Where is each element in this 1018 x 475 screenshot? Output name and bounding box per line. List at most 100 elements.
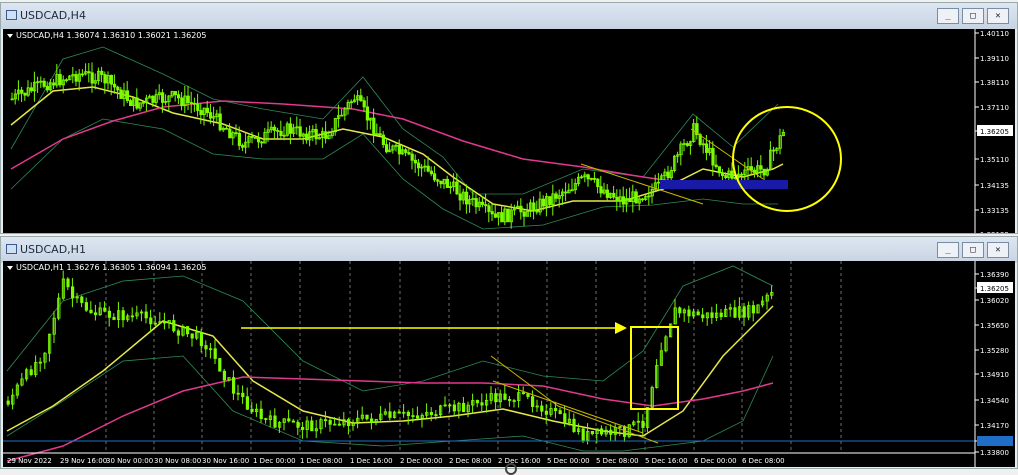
candle-body (113, 83, 117, 88)
candle-body (121, 310, 125, 321)
candle-body (218, 358, 222, 372)
candle-body (500, 212, 504, 223)
candle-body (740, 173, 744, 176)
minimize-button[interactable]: _ (937, 8, 959, 24)
candle-body (612, 192, 616, 198)
price-chart-h1[interactable]: 1.36390 1.36205 1.36020 1.35650 1.35280 1.349… (3, 261, 1015, 467)
candle-body (151, 95, 155, 103)
restore-button[interactable]: □ (962, 242, 984, 258)
candle-body (714, 164, 718, 168)
price-label: 1.34135 (980, 182, 1009, 190)
candle-body (721, 172, 725, 176)
candle-body (107, 310, 111, 318)
candle-body (480, 402, 484, 406)
candle-body (52, 82, 56, 86)
candle-body (310, 420, 314, 432)
candle-body (531, 396, 535, 407)
candle-body (296, 421, 300, 428)
candle-body (89, 309, 93, 314)
candle-body (541, 198, 546, 207)
candle-body (434, 414, 438, 417)
price-label: 1.36205 (980, 128, 1009, 136)
candle-body (572, 418, 576, 432)
candle-body (116, 86, 120, 91)
candle-body (337, 423, 342, 426)
candle-body (384, 144, 389, 153)
candle-body (372, 117, 376, 136)
price-label: 1.36020 (980, 297, 1009, 305)
candle-body (66, 278, 70, 288)
candle-body (436, 179, 440, 182)
time-label: 30 Nov 08:00 (154, 457, 201, 465)
candle-body (711, 147, 715, 166)
candle-body (291, 420, 296, 423)
candle-body (218, 113, 222, 131)
candle-body (678, 307, 682, 314)
candle-body (426, 165, 430, 172)
candle-body (196, 103, 200, 111)
candle-body (634, 191, 638, 204)
candle-body (29, 369, 33, 375)
price-chart-h4[interactable]: 1.40110 1.39110 1.38110 1.37110 1.36205 1.351… (3, 29, 1015, 233)
symbol-ohlc-header: USDCAD,H1 1.36276 1.36305 1.36094 1.3620… (7, 263, 206, 272)
candle-body (522, 211, 526, 217)
candle-body (369, 418, 374, 424)
candle-body (506, 208, 510, 223)
candle-body (507, 399, 512, 401)
window-titlebar[interactable]: USDCAD,H1 _ □ ✕ (1, 237, 1017, 263)
candle-body (621, 196, 626, 205)
price-label: 1.37110 (980, 104, 1009, 112)
candle-body (185, 326, 190, 335)
time-label: 5 Dec 00:00 (547, 457, 590, 465)
candle-body (717, 166, 722, 174)
candle-body (413, 159, 418, 164)
window-title: USDCAD,H4 (20, 9, 86, 22)
candle-body (416, 162, 421, 169)
candle-body (581, 428, 585, 441)
candle-body (208, 112, 213, 119)
time-label: 6 Dec 00:00 (694, 457, 737, 465)
time-label: 2 Dec 16:00 (498, 457, 541, 465)
candle-body (84, 302, 88, 311)
candle-body (464, 191, 469, 205)
candle-body (535, 210, 539, 213)
candle-body (458, 193, 462, 201)
candle-body (135, 97, 139, 109)
candle-body (199, 110, 203, 115)
candle-body (129, 100, 133, 107)
candle-body (256, 137, 261, 143)
candle-body (455, 181, 459, 195)
minimize-button[interactable]: _ (937, 242, 959, 258)
candle-body (144, 311, 148, 319)
candle-body (23, 92, 27, 96)
restore-button[interactable]: □ (962, 8, 984, 24)
candle-body (288, 123, 293, 134)
candle-body (81, 73, 85, 76)
candle-body (204, 345, 208, 350)
candle-body (109, 75, 113, 85)
time-label: 1 Dec 16:00 (350, 457, 393, 465)
window-titlebar[interactable]: USDCAD,H4 _ □ ✕ (1, 3, 1017, 29)
candle-body (749, 166, 754, 171)
time-label: 30 Nov 00:00 (106, 457, 153, 465)
time-label: 2 Dec 00:00 (400, 457, 443, 465)
price-label: 1.39110 (980, 55, 1009, 63)
candle-body (521, 392, 526, 395)
time-label: 1 Dec 08:00 (300, 457, 343, 465)
candle-body (6, 400, 10, 405)
candle-body (609, 429, 613, 435)
candle-body (125, 90, 129, 101)
candle-body (80, 296, 84, 303)
close-button[interactable]: ✕ (987, 8, 1009, 24)
arrow-head-icon (615, 322, 627, 334)
candle-body (558, 410, 562, 415)
candle-body (429, 412, 434, 416)
close-button[interactable]: ✕ (987, 242, 1009, 258)
candle-body (605, 189, 610, 198)
candle-body (526, 393, 530, 398)
candle-body (563, 413, 567, 424)
candle-body (149, 317, 153, 325)
dropdown-triangle-icon (7, 265, 13, 270)
candle-body (300, 426, 305, 430)
candle-body (487, 205, 491, 212)
